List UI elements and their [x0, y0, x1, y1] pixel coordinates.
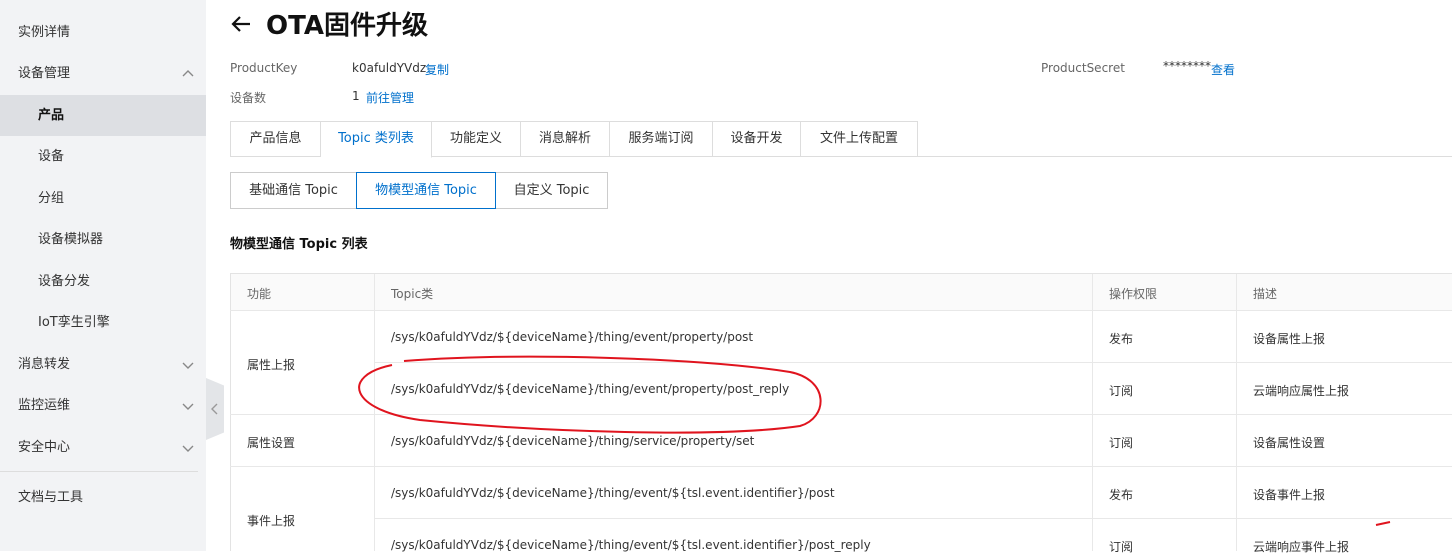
- table-row-description: 设备事件上报: [1253, 488, 1326, 502]
- device-count-label: 设备数: [230, 91, 267, 105]
- tab-server-subscription[interactable]: 服务端订阅: [610, 121, 713, 157]
- sidebar-item-label: 监控运维: [18, 398, 71, 413]
- table-row-permission: 订阅: [1109, 540, 1134, 554]
- chevron-down-icon: [182, 362, 194, 369]
- table-row-topic: /sys/k0afuldYVdz/${deviceName}/thing/eve…: [391, 330, 754, 344]
- view-link[interactable]: 查看: [1211, 61, 1235, 78]
- copy-link[interactable]: 复制: [425, 61, 449, 78]
- subtab-basic-topic[interactable]: 基础通信 Topic: [230, 172, 357, 209]
- tab-message-parsing[interactable]: 消息解析: [521, 121, 610, 157]
- column-header-description: 描述: [1253, 287, 1278, 301]
- group-property-set: 属性设置: [247, 436, 296, 450]
- tab-device-development[interactable]: 设备开发: [713, 121, 801, 157]
- sidebar-item-message-forwarding[interactable]: 消息转发: [0, 344, 206, 385]
- table-row-topic: /sys/k0afuldYVdz/${deviceName}/thing/eve…: [391, 538, 871, 552]
- table-row-description: 设备属性设置: [1253, 436, 1326, 450]
- row-divider: [230, 310, 1452, 311]
- row-divider: [230, 414, 1452, 415]
- subtab-thing-model-topic[interactable]: 物模型通信 Topic: [356, 172, 496, 209]
- tab-bar: 产品信息 Topic 类列表 功能定义 消息解析 服务端订阅 设备开发 文件上传…: [230, 121, 1452, 158]
- table-row-topic: /sys/k0afuldYVdz/${deviceName}/thing/eve…: [391, 382, 790, 396]
- row-divider: [374, 518, 1452, 519]
- column-header-permission: 操作权限: [1109, 287, 1158, 301]
- sidebar-item-device-management[interactable]: 设备管理: [0, 53, 206, 94]
- group-event-report: 事件上报: [247, 514, 296, 528]
- sidebar-item-device-distribution[interactable]: 设备分发: [0, 261, 206, 302]
- row-divider: [374, 362, 1452, 363]
- product-secret-value: ********: [1163, 59, 1211, 73]
- topic-table: [230, 273, 1452, 551]
- chevron-left-icon: [211, 403, 218, 415]
- table-row-description: 云端响应事件上报: [1253, 540, 1350, 554]
- column-divider: [374, 274, 375, 551]
- sidebar-item-device[interactable]: 设备: [0, 136, 206, 177]
- sidebar: 实例详情 设备管理 产品 设备 分组 设备模拟器 设备分发 IoT孪生引擎 消息…: [0, 0, 206, 551]
- tab-topic-list[interactable]: Topic 类列表: [321, 121, 432, 158]
- sidebar-item-group[interactable]: 分组: [0, 178, 206, 219]
- sidebar-item-label: 设备管理: [18, 66, 71, 81]
- sidebar-item-device-simulator[interactable]: 设备模拟器: [0, 219, 206, 260]
- table-row-description: 云端响应属性上报: [1253, 384, 1350, 398]
- sidebar-item-product[interactable]: 产品: [0, 95, 206, 136]
- page-title: OTA固件升级: [266, 11, 428, 41]
- table-row-topic: /sys/k0afuldYVdz/${deviceName}/thing/ser…: [391, 434, 755, 448]
- table-row-permission: 发布: [1109, 332, 1134, 346]
- sidebar-item-docs-tools[interactable]: 文档与工具: [0, 477, 206, 518]
- sidebar-divider: [0, 471, 198, 472]
- manage-link[interactable]: 前往管理: [366, 89, 414, 106]
- product-secret-label: ProductSecret: [1041, 61, 1125, 75]
- tab-function-definition[interactable]: 功能定义: [432, 121, 521, 157]
- table-row-permission: 发布: [1109, 488, 1134, 502]
- column-header-function: 功能: [247, 287, 272, 301]
- sidebar-item-security-center[interactable]: 安全中心: [0, 427, 206, 468]
- row-divider: [230, 466, 1452, 467]
- sidebar-item-label: 安全中心: [18, 440, 71, 455]
- column-divider: [1236, 274, 1237, 551]
- group-property-report: 属性上报: [247, 358, 296, 372]
- column-divider: [1092, 274, 1093, 551]
- product-key-value: k0afuldYVdz: [352, 61, 427, 75]
- tab-file-upload-config[interactable]: 文件上传配置: [801, 121, 918, 157]
- back-arrow-icon[interactable]: [230, 12, 254, 36]
- sidebar-collapse-handle[interactable]: [206, 378, 224, 440]
- sidebar-item-instance-details[interactable]: 实例详情: [0, 12, 206, 53]
- column-header-topic: Topic类: [391, 287, 434, 301]
- table-row-permission: 订阅: [1109, 384, 1134, 398]
- chevron-up-icon: [182, 70, 194, 77]
- chevron-down-icon: [182, 403, 194, 410]
- section-title: 物模型通信 Topic 列表: [230, 237, 368, 252]
- subtab-custom-topic[interactable]: 自定义 Topic: [495, 172, 608, 209]
- table-row-topic: /sys/k0afuldYVdz/${deviceName}/thing/eve…: [391, 486, 835, 500]
- product-key-label: ProductKey: [230, 61, 298, 75]
- chevron-down-icon: [182, 445, 194, 452]
- table-row-description: 设备属性上报: [1253, 332, 1326, 346]
- device-count-value: 1: [352, 89, 360, 103]
- tab-product-info[interactable]: 产品信息: [230, 121, 321, 157]
- sidebar-item-iot-twin-engine[interactable]: IoT孪生引擎: [0, 302, 206, 343]
- sidebar-item-monitoring-ops[interactable]: 监控运维: [0, 385, 206, 426]
- table-row-permission: 订阅: [1109, 436, 1134, 450]
- sidebar-item-label: 消息转发: [18, 357, 71, 372]
